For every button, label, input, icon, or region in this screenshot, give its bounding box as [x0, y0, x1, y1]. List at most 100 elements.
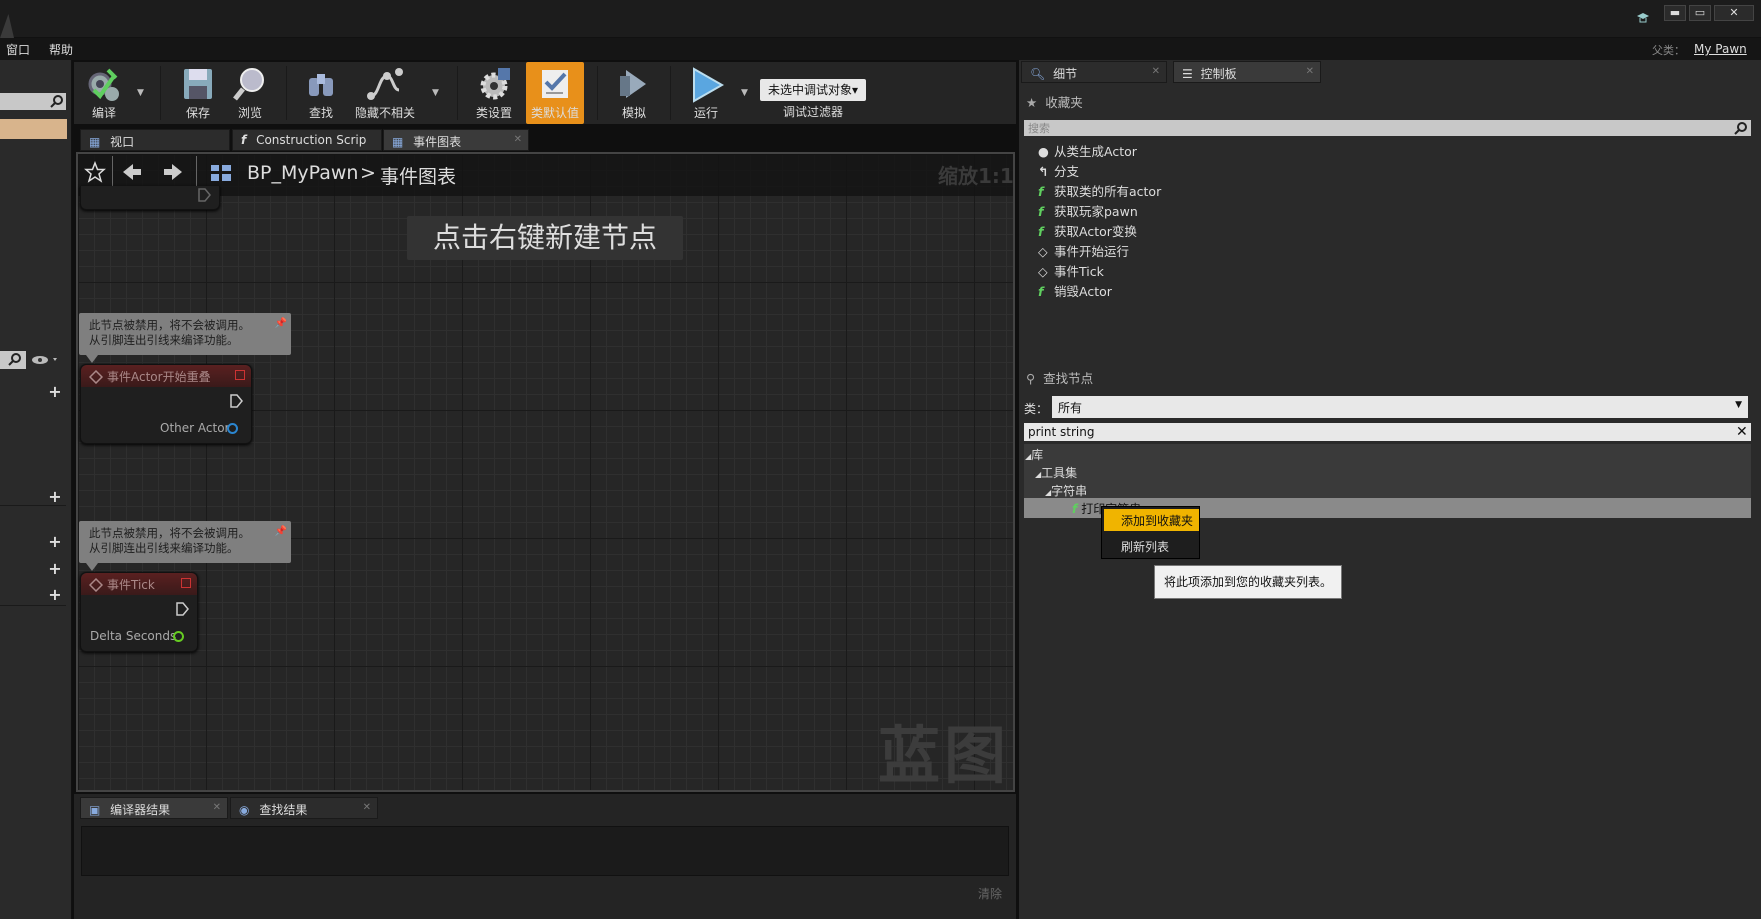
- compile-button[interactable]: 编译: [78, 62, 130, 124]
- tab-viewport[interactable]: ▦ 视口: [80, 129, 230, 151]
- tree-item-library[interactable]: ◢库: [1025, 446, 1043, 463]
- play-options-caret[interactable]: ▼: [741, 88, 748, 98]
- event-node-tick[interactable]: 事件Tick Delta Seconds: [80, 572, 198, 652]
- menu-help[interactable]: 帮助: [49, 41, 73, 58]
- star-icon[interactable]: [84, 160, 106, 183]
- class-settings-label: 类设置: [475, 106, 512, 120]
- object-pin-icon[interactable]: [227, 423, 238, 434]
- node-title: 事件Actor开始重叠: [107, 370, 211, 384]
- tab-palette[interactable]: ☰ 控制板 ✕: [1173, 61, 1321, 83]
- exec-pin-icon[interactable]: [229, 394, 243, 408]
- refresh-list-menu-item[interactable]: 刷新列表: [1104, 535, 1199, 557]
- play-label: 运行: [693, 106, 718, 120]
- add-variable-button[interactable]: +: [48, 561, 62, 577]
- left-selected-item[interactable]: [0, 119, 67, 139]
- find-nodes-search-input[interactable]: print string: [1024, 423, 1751, 441]
- comment-line: 此节点被禁用，将不会被调用。: [89, 526, 250, 540]
- tab-find-results[interactable]: ◉ 查找结果 ✕: [230, 797, 378, 819]
- event-graph-icon: ▦: [392, 135, 404, 149]
- tab-event-graph[interactable]: ▦ 事件图表 ✕: [383, 129, 529, 151]
- class-defaults-button[interactable]: 类默认值: [526, 62, 584, 124]
- pin-icon[interactable]: 📌: [275, 524, 287, 539]
- forward-arrow-icon[interactable]: [162, 162, 184, 182]
- search-icon: 🔍︎: [1030, 67, 1046, 81]
- find-nodes-title: 查找节点: [1043, 371, 1094, 386]
- delegate-pin-icon[interactable]: [235, 370, 245, 380]
- class-filter-label: 类：: [1024, 402, 1049, 416]
- event-node-actor-begin-overlap[interactable]: 事件Actor开始重叠 Other Actor: [80, 364, 252, 444]
- favorite-item[interactable]: ◇ 事件开始运行: [1038, 241, 1129, 260]
- delegate-pin-icon[interactable]: [181, 578, 191, 588]
- favorites-search-input[interactable]: 搜索: [1024, 120, 1751, 136]
- float-pin-icon[interactable]: [173, 631, 184, 642]
- tab-construction-script[interactable]: f Construction Scrip: [232, 129, 382, 151]
- event-icon: ◇: [1038, 264, 1048, 279]
- favorite-item[interactable]: ● 从类生成Actor: [1038, 141, 1137, 160]
- class-settings-button[interactable]: 类设置: [468, 62, 520, 124]
- find-button[interactable]: 查找: [295, 62, 347, 124]
- function-icon: f: [1038, 184, 1044, 199]
- divider: [0, 505, 66, 506]
- save-icon: [184, 69, 212, 99]
- close-icon[interactable]: ✕: [1152, 66, 1160, 77]
- comment-line: 从引脚连出引线来编译功能。: [89, 541, 239, 555]
- parent-class-link[interactable]: My Pawn: [1694, 42, 1747, 56]
- eye-icon[interactable]: [31, 354, 61, 369]
- add-function-button[interactable]: +: [48, 489, 62, 505]
- hidden-node[interactable]: [80, 186, 220, 210]
- tab-label: 查找结果: [259, 803, 308, 817]
- tab-label: 事件图表: [413, 135, 462, 149]
- close-button[interactable]: ✕: [1714, 5, 1754, 21]
- function-icon: f: [1038, 284, 1044, 299]
- minimize-button[interactable]: ▬: [1664, 5, 1686, 21]
- back-arrow-icon[interactable]: [121, 162, 143, 182]
- favorite-item[interactable]: f 获取Actor变换: [1038, 221, 1137, 240]
- binoculars-icon: [309, 74, 333, 96]
- compile-options-caret[interactable]: ▼: [137, 88, 144, 98]
- simulate-icon: [620, 70, 646, 98]
- close-icon[interactable]: ✕: [213, 802, 221, 813]
- pin-label: Delta Seconds: [90, 629, 177, 643]
- favorite-item[interactable]: f 销毁Actor: [1038, 281, 1112, 300]
- add-to-favorites-menu-item[interactable]: 添加到收藏夹: [1104, 509, 1199, 531]
- favorite-item[interactable]: ◇ 事件Tick: [1038, 261, 1104, 280]
- favorite-label: 销毁Actor: [1054, 284, 1112, 299]
- list-icon: ☰: [1182, 67, 1193, 81]
- pin-icon[interactable]: 📌: [275, 316, 287, 331]
- hide-unrelated-button[interactable]: 隐藏不相关: [352, 62, 418, 124]
- menu-window[interactable]: 窗口: [6, 41, 30, 58]
- class-filter-select[interactable]: 所有 ▼: [1052, 396, 1748, 418]
- close-icon[interactable]: ✕: [1306, 66, 1314, 77]
- add-macro-button[interactable]: +: [48, 534, 62, 550]
- maximize-button[interactable]: ▭: [1689, 5, 1711, 21]
- add-graph-button[interactable]: +: [48, 384, 62, 400]
- clear-button[interactable]: 清除: [978, 885, 1002, 902]
- app-tab[interactable]: [0, 14, 14, 38]
- function-icon: f: [241, 133, 247, 147]
- tab-compiler-results[interactable]: ▣ 编译器结果 ✕: [80, 797, 228, 819]
- hide-unrelated-icon: [367, 68, 403, 100]
- close-icon[interactable]: ✕: [514, 134, 522, 145]
- favorite-item[interactable]: f 获取类的所有actor: [1038, 181, 1161, 200]
- add-dispatcher-button[interactable]: +: [48, 587, 62, 603]
- notification-icon[interactable]: [1636, 12, 1650, 24]
- tab-details[interactable]: 🔍︎ 细节 ✕: [1021, 61, 1167, 83]
- breadcrumb-root[interactable]: BP_MyPawn: [247, 162, 358, 184]
- play-button[interactable]: 运行: [680, 62, 732, 124]
- favorite-item[interactable]: f 获取玩家pawn: [1038, 201, 1138, 220]
- breadcrumb-current: 事件图表: [380, 166, 457, 188]
- save-button[interactable]: 保存: [172, 62, 224, 124]
- hide-unrelated-caret[interactable]: ▼: [432, 88, 439, 98]
- exec-pin-icon[interactable]: [175, 602, 189, 616]
- tree-item-string[interactable]: ◢字符串: [1045, 482, 1087, 499]
- tree-item-utilities[interactable]: ◢工具集: [1035, 464, 1077, 481]
- clear-search-icon[interactable]: ✕: [1736, 424, 1748, 440]
- exec-pin-icon[interactable]: [197, 188, 211, 202]
- debug-object-select[interactable]: 未选中调试对象▾: [760, 79, 866, 101]
- compile-icon: [88, 68, 119, 101]
- simulate-button[interactable]: 模拟: [608, 62, 660, 124]
- favorite-item[interactable]: ↰ 分支: [1038, 161, 1079, 180]
- close-icon[interactable]: ✕: [363, 802, 371, 813]
- favorite-label: 获取玩家pawn: [1054, 204, 1138, 219]
- browse-button[interactable]: 浏览: [224, 62, 276, 124]
